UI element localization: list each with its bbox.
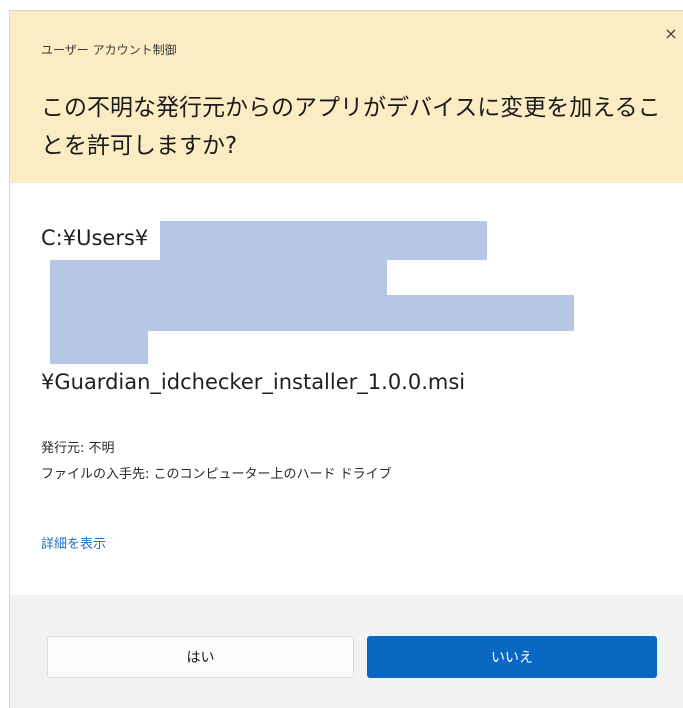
show-details-link[interactable]: 詳細を表示 (41, 533, 106, 552)
dialog-caption: ユーザー アカウント制御 (41, 43, 177, 57)
redaction-block (160, 221, 487, 260)
dialog-question: この不明な発行元からのアプリがデバイスに変更を加えることを許可しますか? (41, 95, 661, 159)
redaction-block (50, 260, 387, 295)
uac-dialog: ユーザー アカウント制御 × この不明な発行元からのアプリがデバイスに変更を加え… (9, 10, 683, 708)
redaction-block (50, 295, 574, 331)
program-path: C:¥Users¥ (41, 226, 149, 250)
dialog-footer: はい いいえ (10, 595, 683, 708)
redaction-block (50, 331, 148, 364)
dialog-header: ユーザー アカウント制御 × この不明な発行元からのアプリがデバイスに変更を加え… (10, 11, 683, 183)
file-origin-info: ファイルの入手先: このコンピューター上のハード ドライブ (41, 467, 392, 482)
yes-button[interactable]: はい (47, 636, 354, 678)
publisher-info: 発行元: 不明 (41, 441, 115, 456)
program-file-name: ¥Guardian_idchecker_installer_1.0.0.msi (41, 370, 466, 394)
close-icon[interactable]: × (661, 19, 681, 47)
no-button[interactable]: いいえ (367, 636, 657, 678)
